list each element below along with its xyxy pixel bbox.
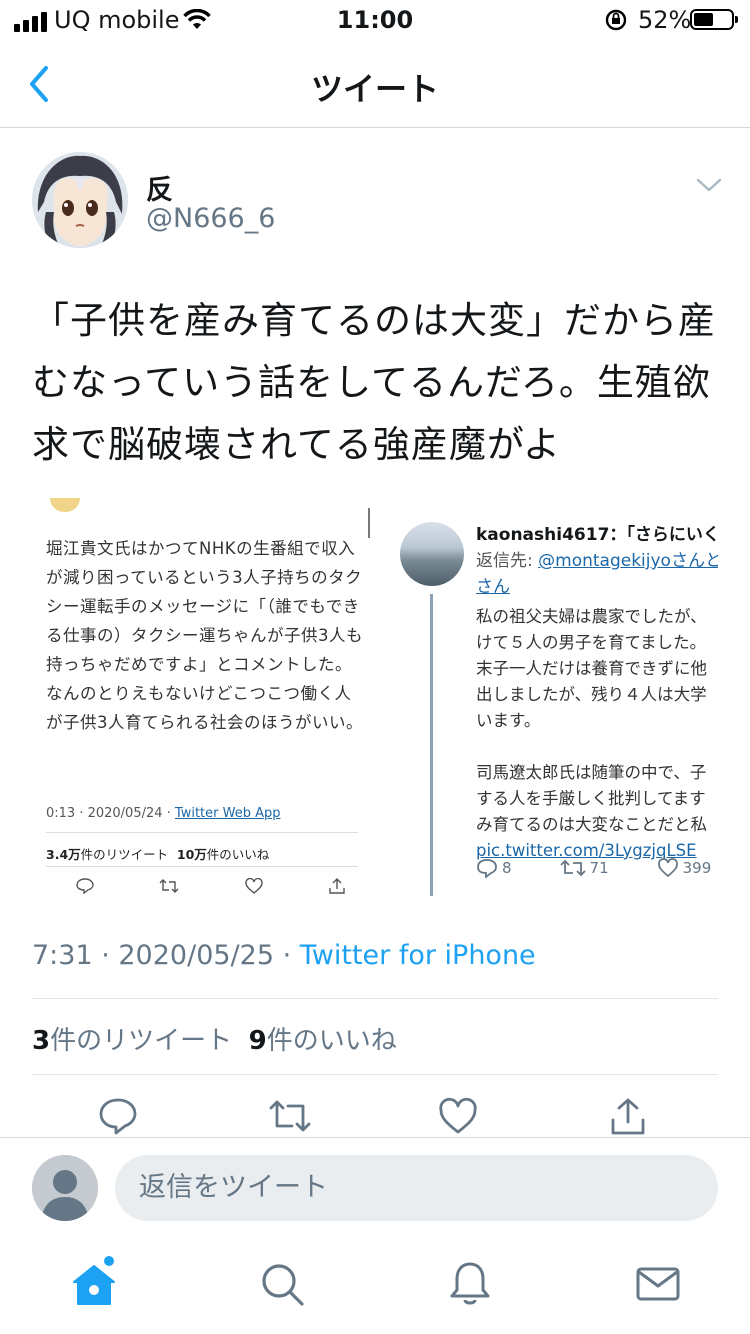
retweet-icon [559, 859, 586, 877]
divider [32, 998, 718, 999]
embedded-author-avatar [400, 522, 464, 586]
navigation-bar: ツイート [0, 40, 750, 128]
battery-level-fill [694, 13, 713, 26]
embedded-author-name: kaonashi4617：「さらにいく [476, 525, 718, 545]
retweet-count: 3 [32, 1026, 51, 1056]
embedded-like-count-right: 399 [682, 859, 712, 877]
like-heart-icon[interactable] [438, 1096, 478, 1136]
messages-envelope-icon[interactable] [634, 1260, 682, 1308]
retweet-label: 件のリツイート [50, 1026, 233, 1056]
author-avatar[interactable] [32, 152, 128, 248]
tweet-source-link[interactable]: Twitter for iPhone [300, 940, 536, 971]
embedded-tweet-time: 0:13 · 2020/05/24 · [46, 806, 175, 821]
reply-icon [477, 859, 497, 878]
page-title: ツイート [310, 70, 439, 108]
embedded-reply-body: 私の祖父夫婦は農家でしたが、 けて５人の男子を育てました。 末子一人だけは養育で… [476, 604, 718, 864]
author-display-name[interactable]: 反 [146, 168, 173, 207]
search-icon[interactable] [258, 1260, 306, 1308]
status-bar: UQ mobile 11:00 52% [0, 0, 750, 40]
notifications-bell-icon[interactable] [446, 1260, 494, 1308]
tweet-time: 7:31 · 2020/05/25 · [32, 940, 300, 971]
tweet-text: 「子供を産み育てるのは大変」だから産むなっていう話をしてるんだろ。生殖欲求で脳破… [32, 299, 716, 466]
reply-icon[interactable] [98, 1096, 138, 1136]
embedded-tweet-source: Twitter Web App [174, 806, 281, 821]
embedded-reply-actions: 8 71 399 [476, 858, 718, 878]
tweet-media-image[interactable]: 堀江貴文氏はかつてNHKの生番組で収入が減り困っているという3人子持ちのタクシー… [32, 486, 718, 896]
battery-percent: 52% [638, 6, 692, 34]
share-icon [329, 878, 345, 894]
reply-to-handle: @montagekijyoさんと [538, 551, 718, 571]
reply-icon [76, 878, 94, 894]
reply-input[interactable]: 返信をツイート [115, 1155, 718, 1221]
like-count: 9 [248, 1026, 267, 1056]
engagement-counts: 3件のリツイート 9件のいいね [32, 1020, 397, 1057]
like-count-link[interactable]: 9件のいいね [249, 1026, 397, 1056]
embedded-tweet-text: 堀江貴文氏はかつてNHKの生番組で収入が減り困っているという3人子持ちのタクシー… [46, 539, 363, 732]
battery-icon [690, 9, 738, 30]
embedded-tweet-meta: 0:13 · 2020/05/24 · Twitter Web App [46, 806, 281, 821]
embedded-retweet-count: 3.4万 [46, 847, 81, 862]
embedded-action-icons [76, 878, 346, 894]
reply-to-suffix: さん [476, 577, 510, 597]
embedded-reply-count: 8 [502, 859, 512, 877]
tweet-action-bar [0, 1096, 750, 1136]
tab-bar [0, 1250, 750, 1334]
author-handle[interactable]: @N666_6 [146, 203, 275, 234]
embedded-reply-to: 返信先: @montagekijyoさんとさん [476, 548, 718, 600]
home-icon[interactable] [70, 1260, 118, 1308]
like-label: 件のいいね [266, 1026, 397, 1056]
anime-character-avatar-image [32, 152, 128, 248]
embedded-reply-text: 私の祖父夫婦は農家でしたが、 けて５人の男子を育てました。 末子一人だけは養育で… [476, 607, 707, 834]
embedded-screenshot-left: 堀江貴文氏はかつてNHKの生番組で収入が減り困っているという3人子持ちのタクシー… [32, 486, 372, 896]
scroll-indicator [368, 508, 370, 538]
thread-line [430, 594, 433, 896]
rotation-lock-icon [605, 9, 627, 31]
divider [32, 1074, 718, 1075]
like-icon [657, 858, 678, 878]
chevron-down-icon[interactable] [694, 174, 724, 196]
embedded-like-label: 件のいいね [206, 847, 270, 862]
tweet-timestamp: 7:31 · 2020/05/25 · Twitter for iPhone [32, 940, 536, 971]
retweet-count-link[interactable]: 3件のリツイート [32, 1026, 232, 1056]
embedded-retweet-count-right: 71 [589, 859, 609, 877]
share-icon[interactable] [608, 1096, 648, 1136]
embedded-screenshot-right: kaonashi4617：「さらにいく 返信先: @montagekijyoさん… [392, 486, 718, 896]
embedded-like-count: 10万 [176, 847, 207, 862]
embedded-retweet-label: 件のリツイート [80, 847, 169, 862]
embedded-tweet-stats: 3.4万件のリツイート 10万件のいいね [46, 844, 269, 863]
my-avatar[interactable] [32, 1155, 98, 1221]
default-profile-icon [32, 1155, 98, 1221]
reply-composer: 返信をツイート [0, 1137, 750, 1237]
retweet-icon [159, 879, 179, 893]
reply-prefix: 返信先: [476, 551, 539, 571]
like-icon [244, 878, 263, 894]
cropped-avatar [50, 498, 80, 512]
retweet-icon[interactable] [268, 1096, 312, 1136]
